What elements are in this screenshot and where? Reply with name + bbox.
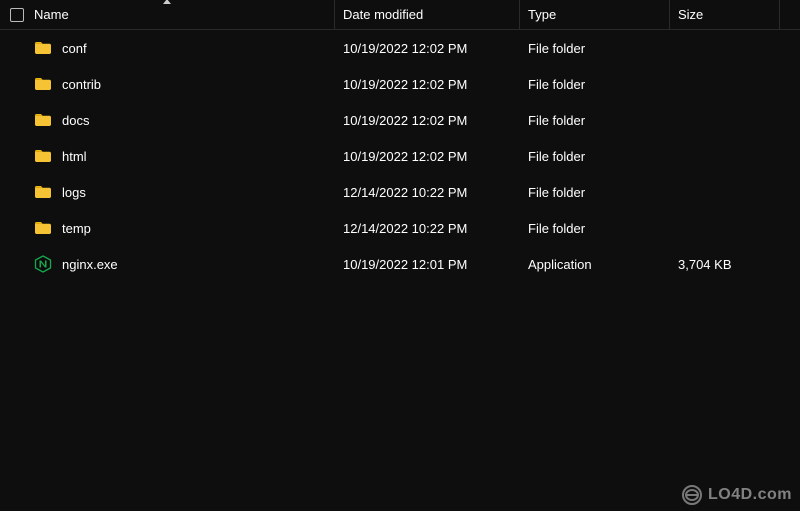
- cell-name[interactable]: docs: [0, 111, 335, 129]
- folder-icon: [34, 147, 52, 165]
- nginx-app-icon: [34, 255, 52, 273]
- file-list: conf10/19/2022 12:02 PMFile foldercontri…: [0, 30, 800, 282]
- table-row[interactable]: temp 12/14/2022 10:22 PMFile folder: [0, 210, 800, 246]
- folder-icon: [34, 183, 52, 201]
- column-header-size[interactable]: Size: [670, 0, 780, 29]
- file-name-label: docs: [62, 113, 89, 128]
- globe-icon: [682, 485, 702, 505]
- watermark-text: LO4D.com: [708, 486, 792, 504]
- cell-date: 10/19/2022 12:01 PM: [335, 257, 520, 272]
- column-header-date[interactable]: Date modified: [335, 0, 520, 29]
- table-row[interactable]: nginx.exe 10/19/2022 12:01 PMApplication3…: [0, 246, 800, 282]
- cell-type: File folder: [520, 113, 670, 128]
- column-header-date-label: Date modified: [343, 7, 423, 22]
- select-all-checkbox[interactable]: [10, 8, 24, 22]
- cell-name[interactable]: temp: [0, 219, 335, 237]
- column-header-type-label: Type: [528, 7, 556, 22]
- cell-date: 10/19/2022 12:02 PM: [335, 113, 520, 128]
- cell-type: File folder: [520, 221, 670, 236]
- cell-name[interactable]: conf: [0, 39, 335, 57]
- cell-name[interactable]: nginx.exe: [0, 255, 335, 273]
- column-header-row: Name Date modified Type Size: [0, 0, 800, 30]
- column-header-name[interactable]: Name: [0, 0, 335, 29]
- table-row[interactable]: docs 10/19/2022 12:02 PMFile folder: [0, 102, 800, 138]
- watermark: LO4D.com: [682, 485, 792, 505]
- sort-ascending-icon: [163, 0, 171, 4]
- cell-date: 10/19/2022 12:02 PM: [335, 149, 520, 164]
- cell-name[interactable]: logs: [0, 183, 335, 201]
- file-name-label: contrib: [62, 77, 101, 92]
- cell-size: 3,704 KB: [670, 257, 780, 272]
- cell-type: File folder: [520, 185, 670, 200]
- cell-type: Application: [520, 257, 670, 272]
- file-name-label: temp: [62, 221, 91, 236]
- column-header-name-label: Name: [34, 7, 69, 22]
- folder-icon: [34, 111, 52, 129]
- table-row[interactable]: conf 10/19/2022 12:02 PMFile folder: [0, 30, 800, 66]
- cell-date: 10/19/2022 12:02 PM: [335, 41, 520, 56]
- file-name-label: logs: [62, 185, 86, 200]
- table-row[interactable]: logs 12/14/2022 10:22 PMFile folder: [0, 174, 800, 210]
- file-name-label: conf: [62, 41, 87, 56]
- table-row[interactable]: html 10/19/2022 12:02 PMFile folder: [0, 138, 800, 174]
- column-header-type[interactable]: Type: [520, 0, 670, 29]
- folder-icon: [34, 75, 52, 93]
- table-row[interactable]: contrib 10/19/2022 12:02 PMFile folder: [0, 66, 800, 102]
- cell-type: File folder: [520, 149, 670, 164]
- folder-icon: [34, 39, 52, 57]
- cell-date: 10/19/2022 12:02 PM: [335, 77, 520, 92]
- file-name-label: html: [62, 149, 87, 164]
- cell-date: 12/14/2022 10:22 PM: [335, 221, 520, 236]
- cell-name[interactable]: contrib: [0, 75, 335, 93]
- folder-icon: [34, 219, 52, 237]
- cell-date: 12/14/2022 10:22 PM: [335, 185, 520, 200]
- column-header-spacer: [780, 0, 800, 29]
- column-header-size-label: Size: [678, 7, 703, 22]
- cell-type: File folder: [520, 41, 670, 56]
- file-name-label: nginx.exe: [62, 257, 118, 272]
- cell-type: File folder: [520, 77, 670, 92]
- cell-name[interactable]: html: [0, 147, 335, 165]
